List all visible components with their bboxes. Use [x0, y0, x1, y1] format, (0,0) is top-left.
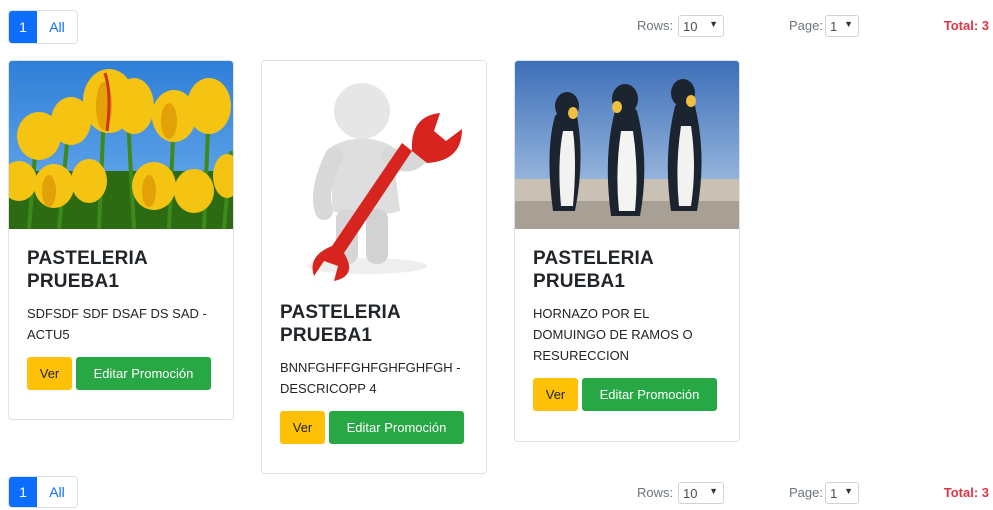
- page-label: Page:: [789, 485, 823, 500]
- yellow-tulips-image: [9, 61, 233, 229]
- card-actions: Ver Editar Promoción: [27, 357, 215, 390]
- rows-select-value: 10: [683, 18, 698, 34]
- page-1-button[interactable]: 1: [9, 11, 37, 43]
- wrench-figure-image: [262, 61, 486, 283]
- edit-promotion-button[interactable]: Editar Promoción: [329, 411, 464, 444]
- page-select-value: 1: [830, 18, 838, 34]
- all-pages-button[interactable]: All: [37, 477, 77, 507]
- card-title: PASTELERIA PRUEBA1: [280, 302, 401, 346]
- penguins-image: [515, 61, 739, 229]
- card-description: HORNAZO POR EL DOMUINGO DE RAMOS O RESUR…: [533, 306, 693, 363]
- total-count: Total: 3: [943, 485, 989, 500]
- page-select[interactable]: 1 ▼: [825, 482, 859, 504]
- view-button[interactable]: Ver: [280, 411, 325, 444]
- page-select-value: 1: [830, 485, 838, 501]
- rows-select-value: 10: [683, 485, 698, 501]
- edit-promotion-button[interactable]: Editar Promoción: [582, 378, 717, 411]
- rows-select[interactable]: 10 ▼: [678, 482, 724, 504]
- dropdown-caret-icon: ▼: [844, 19, 853, 29]
- page-select[interactable]: 1 ▼: [825, 15, 859, 37]
- card-body: PASTELERIA PRUEBA1 HORNAZO POR EL DOMUIN…: [515, 229, 739, 429]
- view-button[interactable]: Ver: [27, 357, 72, 390]
- page-button-group: 1 All: [8, 10, 78, 44]
- card-actions: Ver Editar Promoción: [533, 378, 721, 411]
- promotion-card: PASTELERIA PRUEBA1 SDFSDF SDF DSAF DS SA…: [8, 60, 234, 420]
- dropdown-caret-icon: ▼: [709, 486, 718, 496]
- card-title: PASTELERIA PRUEBA1: [533, 248, 654, 292]
- view-button[interactable]: Ver: [533, 378, 578, 411]
- pagination-bar-bottom: 1 All Rows: 10 ▼ Page: 1 ▼ Total: 3: [0, 476, 993, 510]
- dropdown-caret-icon: ▼: [709, 19, 718, 29]
- card-title: PASTELERIA PRUEBA1: [27, 248, 148, 292]
- page-button-group: 1 All: [8, 476, 78, 508]
- card-actions: Ver Editar Promoción: [280, 411, 468, 444]
- card-description: BNNFGHFFGHFGHFGHFGH - DESCRICOPP 4: [280, 360, 461, 396]
- card-description: SDFSDF SDF DSAF DS SAD - ACTU5: [27, 306, 207, 342]
- rows-label: Rows:: [637, 18, 674, 33]
- promotion-card: PASTELERIA PRUEBA1 HORNAZO POR EL DOMUIN…: [514, 60, 740, 442]
- all-pages-button[interactable]: All: [37, 11, 77, 43]
- card-body: PASTELERIA PRUEBA1 BNNFGHFFGHFGHFGHFGH -…: [262, 283, 486, 462]
- rows-label: Rows:: [637, 485, 674, 500]
- card-body: PASTELERIA PRUEBA1 SDFSDF SDF DSAF DS SA…: [9, 229, 233, 408]
- promotion-card: PASTELERIA PRUEBA1 BNNFGHFFGHFGHFGHFGH -…: [261, 60, 487, 474]
- rows-select[interactable]: 10 ▼: [678, 15, 724, 37]
- dropdown-caret-icon: ▼: [844, 486, 853, 496]
- total-count: Total: 3: [943, 18, 989, 33]
- edit-promotion-button[interactable]: Editar Promoción: [76, 357, 211, 390]
- page-1-button[interactable]: 1: [9, 477, 37, 507]
- pagination-bar-top: 1 All Rows: 10 ▼ Page: 1 ▼ Total: 3: [0, 10, 993, 44]
- page-label: Page:: [789, 18, 823, 33]
